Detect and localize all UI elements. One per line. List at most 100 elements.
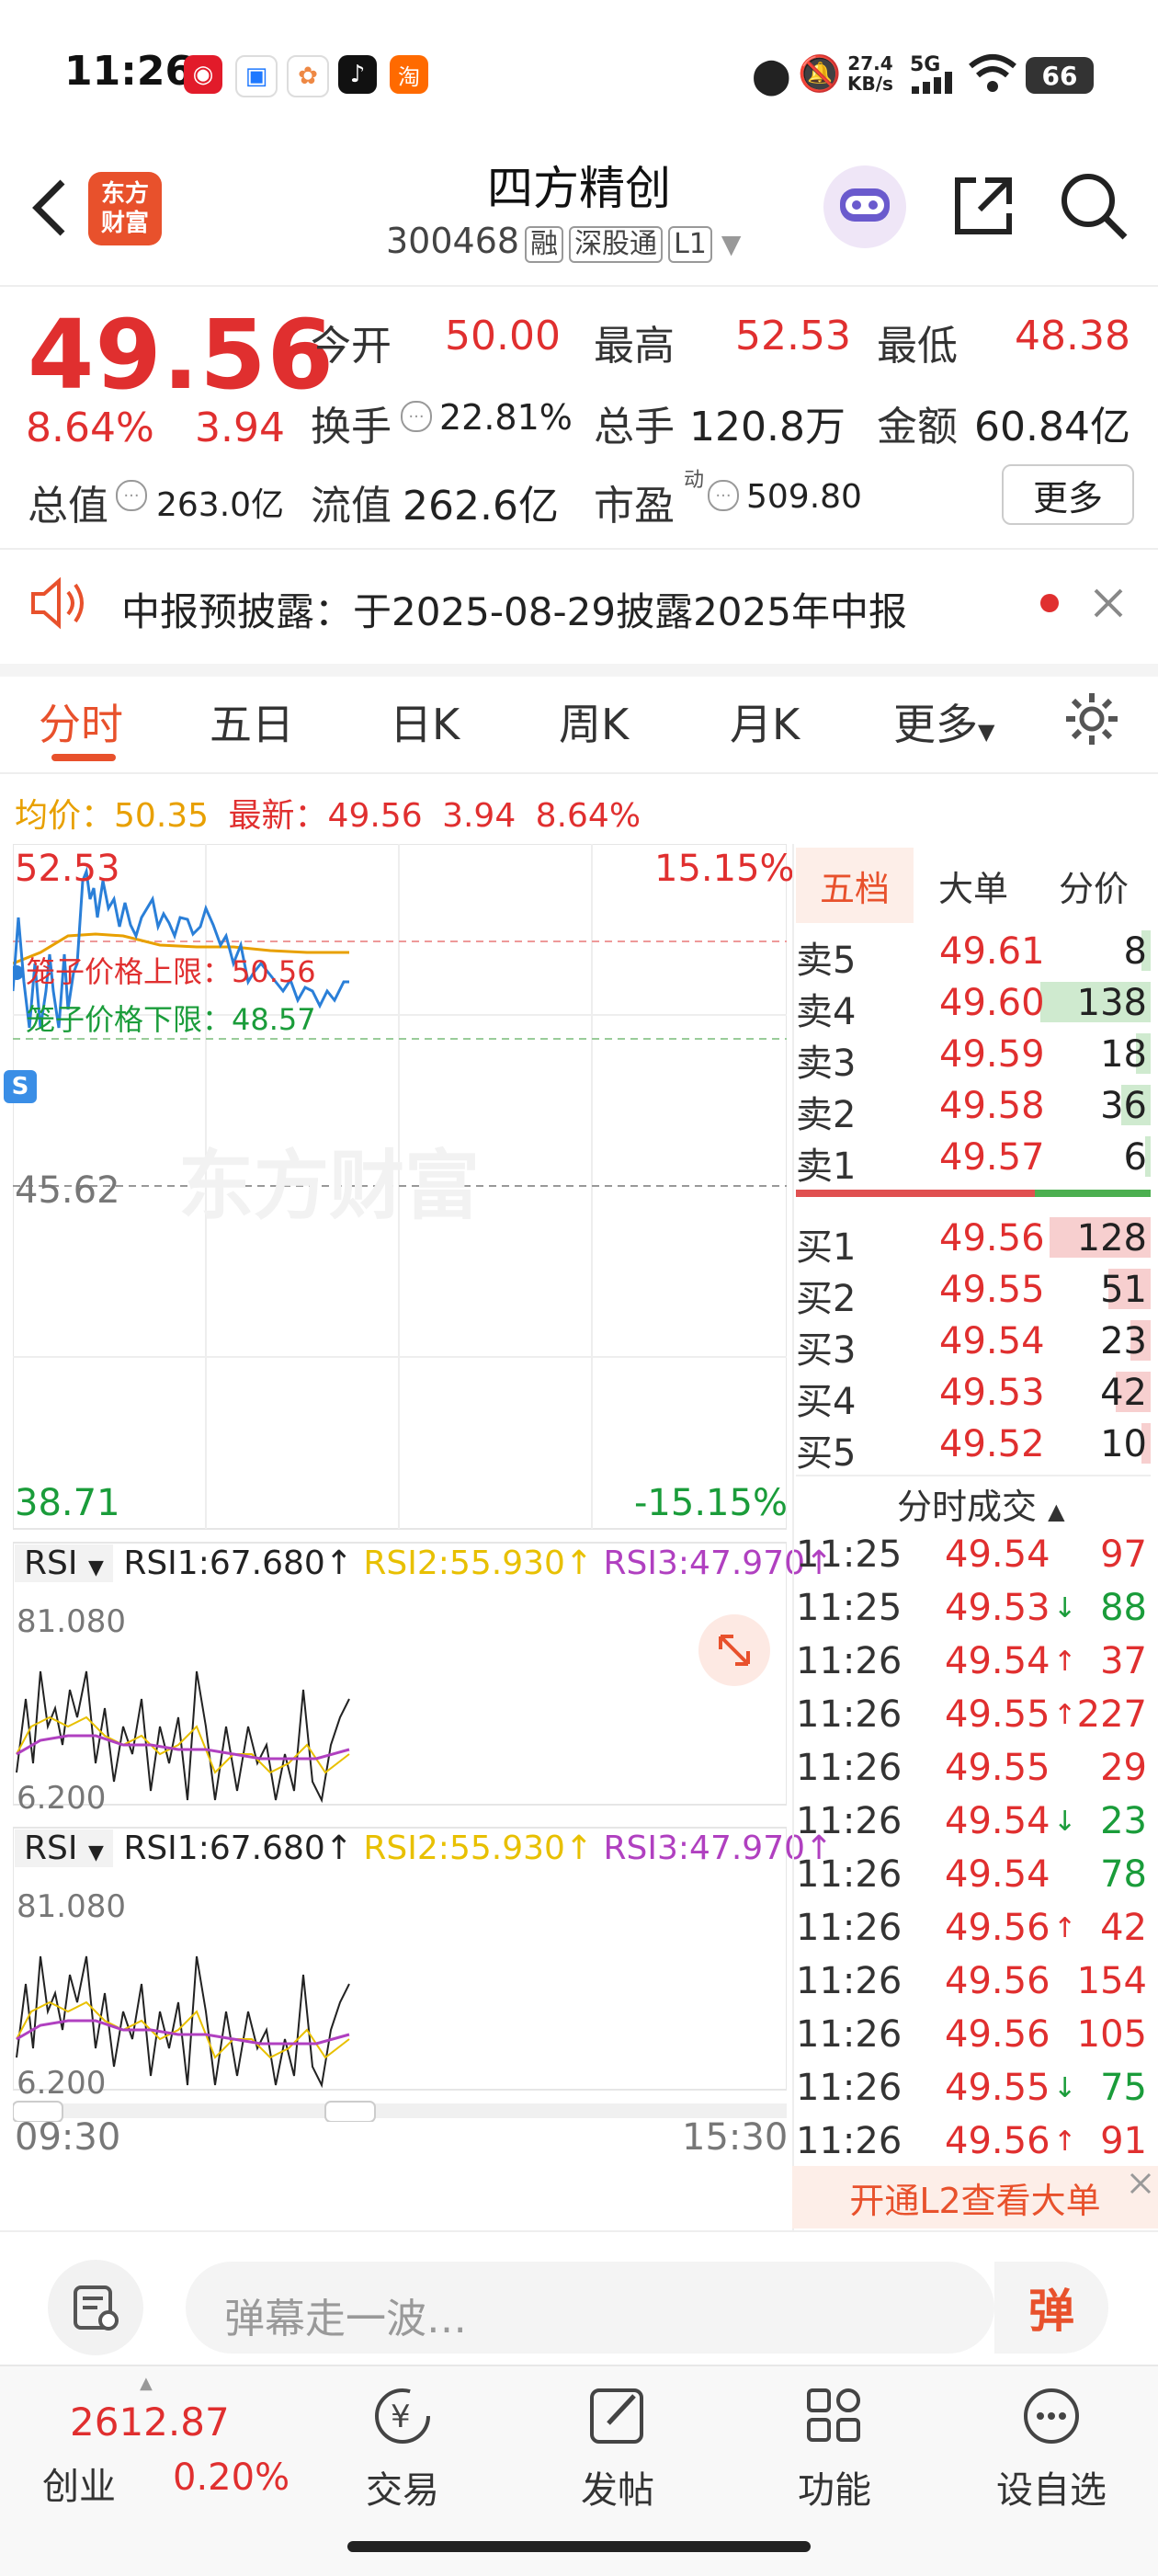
tab-monthly-k[interactable]: 月K <box>730 691 800 752</box>
bid-row: 买5 49.52 10 <box>796 1418 1151 1475</box>
turnover-value: 22.81% <box>439 397 573 438</box>
chart-settings-button[interactable] <box>1062 690 1121 748</box>
netease-app-icon: ◉ <box>184 55 222 94</box>
tab-price-distribution[interactable]: 分价 <box>1029 848 1158 923</box>
rsi1-value: RSI1:67.680 <box>123 1829 325 1867</box>
svg-text:¥: ¥ <box>391 2399 411 2435</box>
nav-trade[interactable]: ¥ 交易 <box>338 2381 467 2513</box>
tick-price: 49.56 <box>945 1960 1050 2002</box>
tick-price: 49.55 <box>945 1747 1050 1789</box>
open-l2-banner[interactable]: 开通L2查看大单 <box>792 2166 1158 2228</box>
index-pct[interactable]: 0.20% <box>173 2456 290 2499</box>
tick-price: 49.54 <box>945 1853 1050 1896</box>
cage-lower-label: 笼子价格下限：48.57 <box>26 1002 316 1037</box>
float-cap-label: 流值 <box>311 483 392 530</box>
tab-daily-k[interactable]: 日K <box>390 691 460 752</box>
tick-time: 11:26 <box>796 1693 903 1736</box>
index-value[interactable]: 2612.87 <box>70 2399 230 2445</box>
edit-icon <box>590 2388 643 2444</box>
tab-more[interactable]: 更多▼ <box>893 691 994 752</box>
tick-time: 11:26 <box>796 1640 903 1682</box>
tab-five-day[interactable]: 五日 <box>210 691 294 752</box>
wifi-icon <box>967 53 1018 94</box>
trade-tick-row: 11:26 49.56 154 <box>796 1956 1151 2010</box>
ai-assistant-icon[interactable] <box>823 165 906 248</box>
close-l2-banner-button[interactable] <box>1127 2170 1154 2197</box>
tab-intraday[interactable]: 分时 <box>39 691 123 752</box>
nav-add-watchlist[interactable]: 设自选 <box>987 2381 1116 2513</box>
status-time: 11:26 <box>64 48 194 95</box>
rsi2-value: RSI2:55.930 <box>363 1544 565 1582</box>
share-button[interactable] <box>948 171 1018 241</box>
rsi-top-1: 81.080 <box>17 1603 126 1640</box>
info-line: 均价：50.35 最新：49.56 3.94 8.64% <box>15 797 641 835</box>
tab-big-orders[interactable]: 大单 <box>923 848 1024 923</box>
open-value: 50.00 <box>445 313 561 359</box>
close-notice-button[interactable] <box>1090 585 1127 621</box>
location-icon: ⬤ <box>752 55 791 96</box>
latest-change: 3.94 <box>442 797 517 835</box>
dropdown-icon: ▼ <box>721 229 742 259</box>
bid-row: 买1 49.56 128 <box>796 1212 1151 1269</box>
trade-tick-row: 11:26 49.54 ↑ 37 <box>796 1636 1151 1690</box>
more-quote-button[interactable]: 更多 <box>1002 464 1134 525</box>
volume-value: 120.8万 <box>689 404 846 450</box>
baidu-app-icon: ✿ <box>287 55 329 97</box>
stock-code: 300468 <box>386 221 520 261</box>
rsi-bottom-2: 6.200 <box>17 2065 107 2102</box>
tiktok-app-icon: ♪ <box>338 55 377 94</box>
stock-code-line[interactable]: 300468 融深股通 L1 ▼ <box>386 221 741 263</box>
info-icon[interactable]: ··· <box>401 401 432 432</box>
trade-tick-row: 11:26 49.55 ↑ 227 <box>796 1690 1151 1743</box>
comment-list-button[interactable] <box>48 2260 143 2355</box>
index-name[interactable]: 创业 <box>42 2456 116 2510</box>
search-button[interactable] <box>1057 169 1130 243</box>
amount-label: 金额 <box>877 404 958 450</box>
tick-volume: 97 <box>1100 1533 1147 1576</box>
tab-five-levels[interactable]: 五档 <box>796 848 914 923</box>
tick-arrow: ↓ <box>1053 2072 1077 2104</box>
expand-icon <box>719 1635 750 1666</box>
danmu-toggle-button[interactable]: 弹 <box>994 2262 1108 2354</box>
signal-s-icon[interactable]: S <box>4 1070 37 1103</box>
divider <box>0 772 1158 774</box>
tick-volume: 91 <box>1100 2120 1147 2162</box>
change-pct: 8.64% <box>26 405 154 451</box>
rsi-selector[interactable]: RSI ▼ <box>15 1544 113 1582</box>
trade-tick-row: 11:25 49.54 97 <box>796 1530 1151 1583</box>
y-axis-top: 52.53 <box>15 848 120 890</box>
time-end: 15:30 <box>682 2116 789 2159</box>
info-icon[interactable]: ··· <box>116 480 147 511</box>
tick-price: 49.56 <box>945 2120 1050 2162</box>
info-icon[interactable]: ··· <box>708 480 739 511</box>
close-icon <box>1130 2172 1152 2194</box>
expand-chart-button[interactable] <box>698 1614 770 1686</box>
nav-features[interactable]: 功能 <box>770 2381 899 2513</box>
tick-volume: 154 <box>1076 1960 1147 2002</box>
tick-volume: 78 <box>1100 1853 1147 1896</box>
alipay-app-icon: ▣ <box>235 55 278 97</box>
latest-price: 49.56 <box>327 797 423 835</box>
caret-down-icon: ▼ <box>978 719 995 745</box>
search-icon <box>1062 174 1128 240</box>
rsi-selector[interactable]: RSI ▼ <box>15 1829 113 1867</box>
net-speed: 27.4 <box>847 52 893 74</box>
tick-time: 11:26 <box>796 2067 903 2109</box>
float-cap-value: 262.6亿 <box>403 483 559 530</box>
tick-arrow: ↑ <box>1053 2126 1077 2158</box>
latest-pct: 8.64% <box>535 797 641 835</box>
rsi-top-2: 81.080 <box>17 1888 126 1925</box>
pe-value: 509.80 <box>746 478 862 516</box>
tick-volume: 227 <box>1076 1693 1147 1736</box>
home-indicator <box>347 2541 811 2552</box>
caret-up-icon: ▲ <box>1048 1499 1065 1524</box>
amount-value: 60.84亿 <box>974 404 1130 450</box>
buy-sell-ratio-bar-sell <box>1035 1190 1151 1197</box>
tab-weekly-k[interactable]: 周K <box>559 691 629 752</box>
tick-time: 11:26 <box>796 2013 903 2056</box>
nav-post[interactable]: 发帖 <box>553 2381 682 2513</box>
trade-tick-row: 11:26 49.56 ↑ 91 <box>796 2116 1151 2170</box>
ticks-title[interactable]: 分时成交 ▲ <box>897 1478 1065 1529</box>
tick-volume: 29 <box>1100 1747 1147 1789</box>
trade-tick-row: 11:25 49.53 ↓ 88 <box>796 1583 1151 1636</box>
